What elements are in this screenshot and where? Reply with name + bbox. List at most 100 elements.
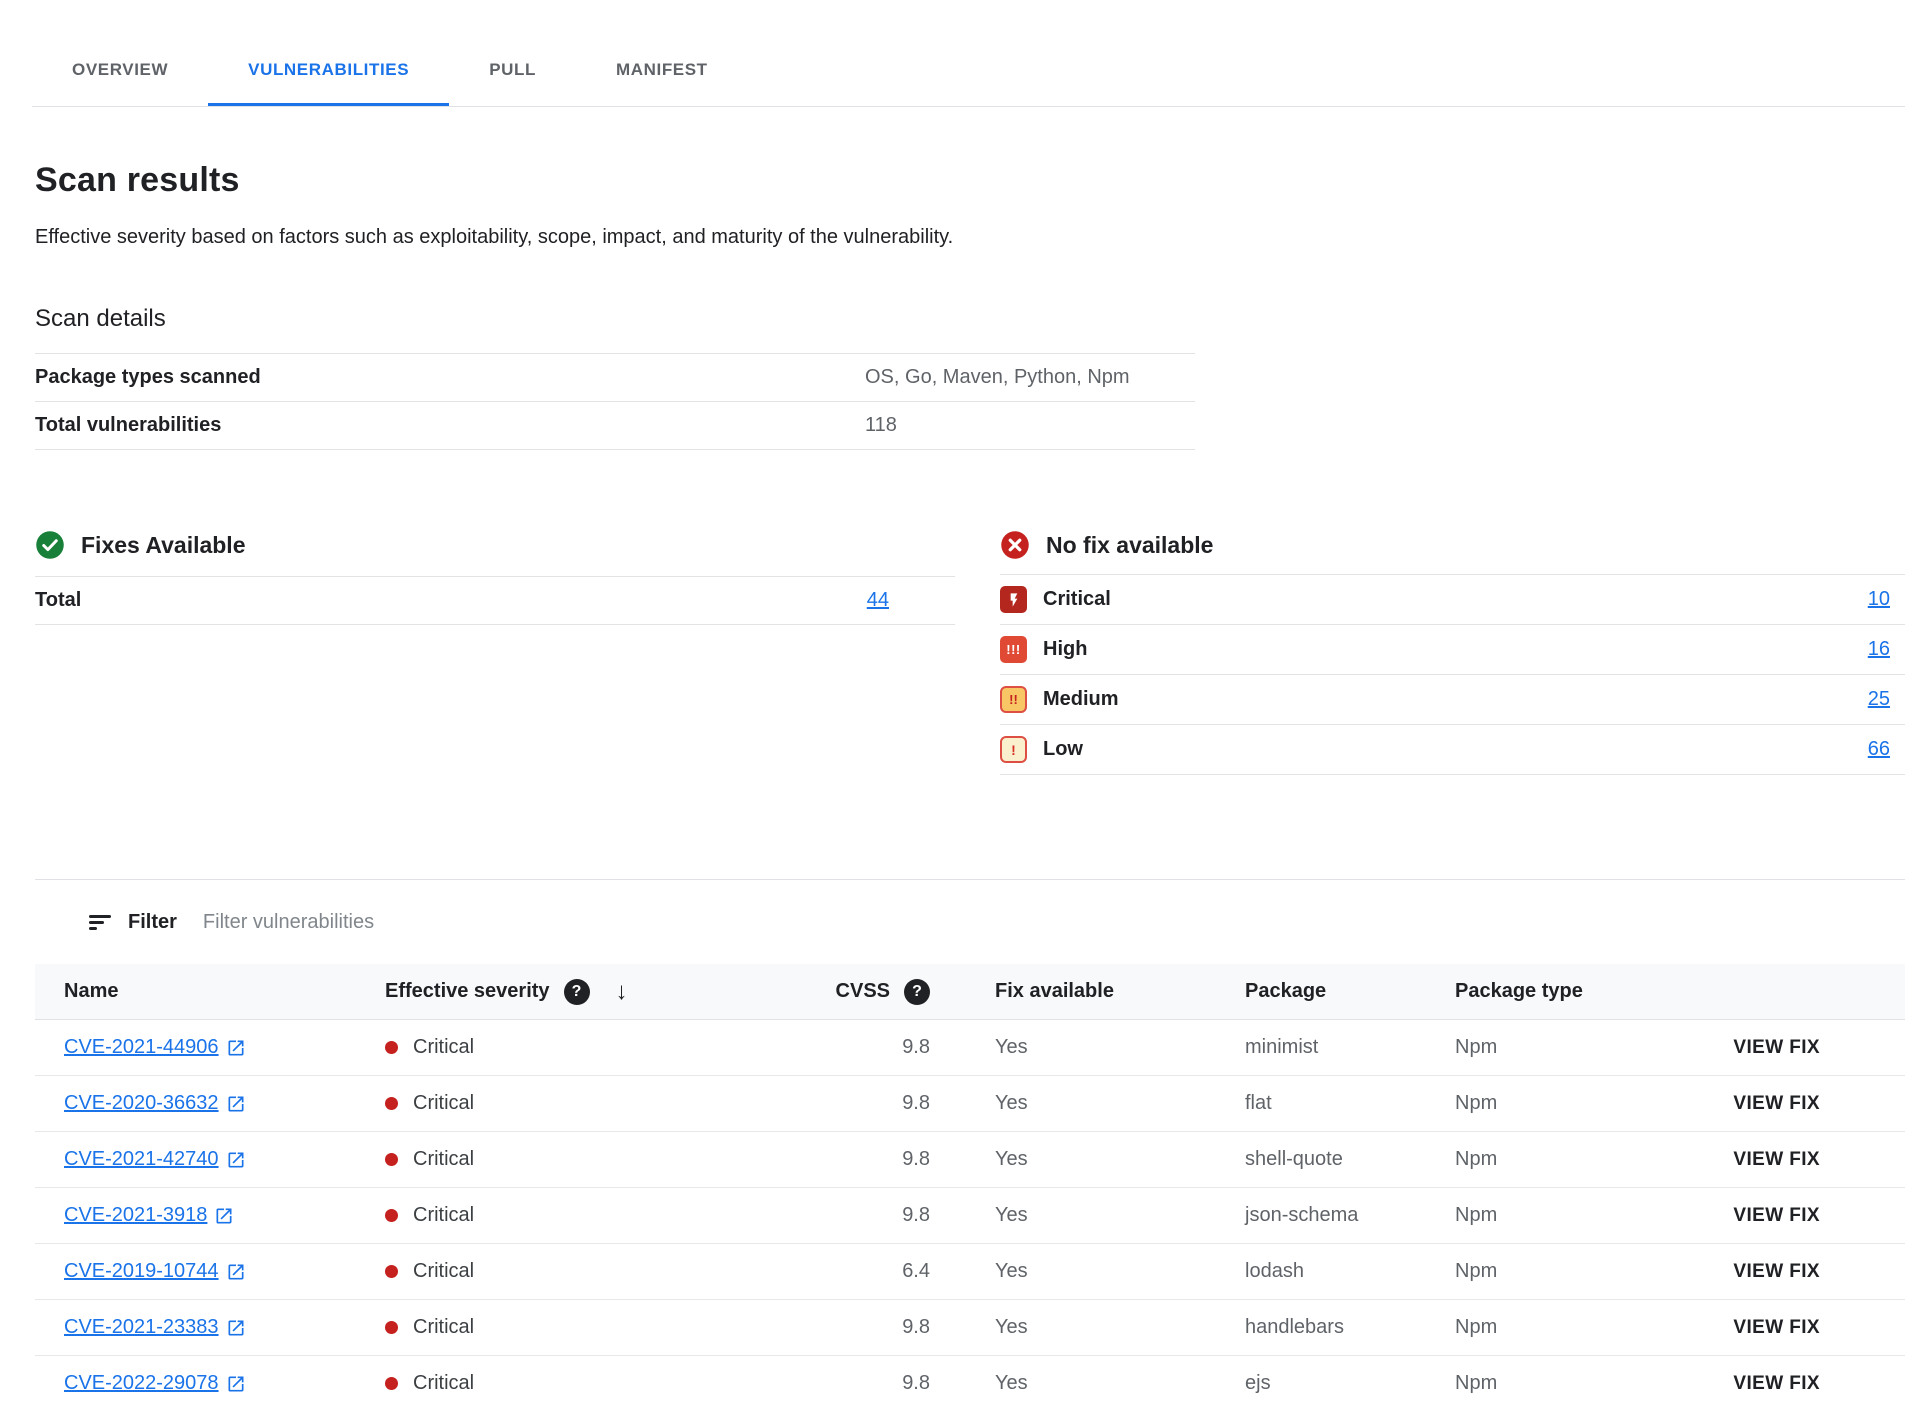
cve-link[interactable]: CVE-2021-3918 bbox=[64, 1204, 234, 1227]
fixes-total-row: Total 44 bbox=[35, 576, 955, 625]
severity-dot-icon bbox=[385, 1041, 398, 1054]
package-value: handlebars bbox=[1210, 1316, 1420, 1339]
view-fix-button[interactable]: VIEW FIX bbox=[1733, 1317, 1820, 1339]
severity-summary: Fixes Available Total 44 No fix availabl… bbox=[35, 530, 1928, 775]
fix-available-value: Yes bbox=[930, 1092, 1210, 1115]
view-fix-button[interactable]: VIEW FIX bbox=[1733, 1261, 1820, 1283]
fixes-total-label: Total bbox=[35, 589, 81, 612]
cvss-value: 9.8 bbox=[735, 1204, 930, 1227]
severity-row: ! Low 66 bbox=[1000, 724, 1905, 775]
table-header-row: Name Effective severity ? ↓ CVSS ? Fix a… bbox=[35, 964, 1905, 1020]
column-header-fix-available: Fix available bbox=[930, 980, 1210, 1003]
column-header-package: Package bbox=[1210, 980, 1420, 1003]
severity-count-link[interactable]: 16 bbox=[1868, 638, 1905, 661]
tab-bar: OVERVIEW VULNERABILITIES PULL MANIFEST bbox=[32, 34, 1905, 107]
severity-count-link[interactable]: 10 bbox=[1868, 588, 1905, 611]
fix-available-value: Yes bbox=[930, 1036, 1210, 1059]
package-value: json-schema bbox=[1210, 1204, 1420, 1227]
fix-available-value: Yes bbox=[930, 1316, 1210, 1339]
column-header-package-type: Package type bbox=[1420, 980, 1635, 1003]
table-row: CVE-2022-29078 Critical 9.8 Yes ejs Npm … bbox=[35, 1356, 1905, 1408]
column-header-name: Name bbox=[35, 980, 385, 1003]
column-header-effective-severity: Effective severity ? ↓ bbox=[385, 978, 735, 1006]
no-fix-title: No fix available bbox=[1046, 532, 1213, 559]
cvss-value: 9.8 bbox=[735, 1148, 930, 1171]
filter-label: Filter bbox=[128, 911, 177, 934]
vulnerability-list-section: Filter Name Effective severity ? ↓ CVSS … bbox=[0, 879, 1928, 1408]
cve-link[interactable]: CVE-2020-36632 bbox=[64, 1092, 246, 1115]
external-link-icon bbox=[226, 1150, 246, 1170]
severity-value: Critical bbox=[413, 1372, 474, 1395]
tab-pull[interactable]: PULL bbox=[449, 34, 576, 106]
severity-label: Medium bbox=[1043, 688, 1119, 711]
view-fix-button[interactable]: VIEW FIX bbox=[1733, 1037, 1820, 1059]
help-icon[interactable]: ? bbox=[904, 979, 930, 1005]
severity-count-link[interactable]: 25 bbox=[1868, 688, 1905, 711]
tab-manifest[interactable]: MANIFEST bbox=[576, 34, 748, 106]
severity-dot-icon bbox=[385, 1153, 398, 1166]
fixes-total-count-link[interactable]: 44 bbox=[867, 589, 889, 612]
sort-desc-icon[interactable]: ↓ bbox=[616, 978, 628, 1006]
table-row: CVE-2021-3918 Critical 9.8 Yes json-sche… bbox=[35, 1188, 1905, 1244]
tab-vulnerabilities[interactable]: VULNERABILITIES bbox=[208, 34, 449, 106]
scan-details-table: Package types scanned OS, Go, Maven, Pyt… bbox=[35, 353, 1195, 450]
table-body: CVE-2021-44906 Critical 9.8 Yes minimist… bbox=[35, 1020, 1905, 1408]
cve-link[interactable]: CVE-2021-23383 bbox=[64, 1316, 246, 1339]
fix-available-value: Yes bbox=[930, 1260, 1210, 1283]
fixes-available-title: Fixes Available bbox=[81, 532, 246, 559]
external-link-icon bbox=[226, 1038, 246, 1058]
no-fix-section: No fix available Critical 10 !!! High 16… bbox=[1000, 530, 1905, 775]
external-link-icon bbox=[226, 1094, 246, 1114]
severity-dot-icon bbox=[385, 1265, 398, 1278]
cve-link[interactable]: CVE-2021-44906 bbox=[64, 1036, 246, 1059]
table-row: CVE-2019-10744 Critical 6.4 Yes lodash N… bbox=[35, 1244, 1905, 1300]
package-value: minimist bbox=[1210, 1036, 1420, 1059]
view-fix-button[interactable]: VIEW FIX bbox=[1733, 1205, 1820, 1227]
severity-label: Low bbox=[1043, 738, 1083, 761]
medium-severity-icon: !! bbox=[1000, 686, 1027, 713]
detail-value: OS, Go, Maven, Python, Npm bbox=[865, 366, 1130, 389]
filter-bar: Filter bbox=[0, 880, 1928, 964]
cvss-value: 9.8 bbox=[735, 1036, 930, 1059]
cvss-value: 9.8 bbox=[735, 1372, 930, 1395]
cvss-value: 6.4 bbox=[735, 1260, 930, 1283]
table-row: CVE-2021-44906 Critical 9.8 Yes minimist… bbox=[35, 1020, 1905, 1076]
cve-link[interactable]: CVE-2019-10744 bbox=[64, 1260, 246, 1283]
cve-link[interactable]: CVE-2021-42740 bbox=[64, 1148, 246, 1171]
filter-icon bbox=[88, 910, 112, 934]
severity-value: Critical bbox=[413, 1092, 474, 1115]
package-value: shell-quote bbox=[1210, 1148, 1420, 1171]
view-fix-button[interactable]: VIEW FIX bbox=[1733, 1149, 1820, 1171]
severity-value: Critical bbox=[413, 1036, 474, 1059]
filter-vulnerabilities-input[interactable] bbox=[203, 911, 903, 934]
view-fix-button[interactable]: VIEW FIX bbox=[1733, 1373, 1820, 1395]
fixes-available-section: Fixes Available Total 44 bbox=[35, 530, 955, 625]
critical-severity-icon bbox=[1000, 586, 1027, 613]
external-link-icon bbox=[226, 1262, 246, 1282]
no-fix-rows: Critical 10 !!! High 16 !! Medium 25 ! L… bbox=[1000, 574, 1905, 775]
external-link-icon bbox=[226, 1374, 246, 1394]
tab-overview[interactable]: OVERVIEW bbox=[32, 34, 208, 106]
severity-label: High bbox=[1043, 638, 1087, 661]
page-title: Scan results bbox=[35, 161, 1928, 200]
help-icon[interactable]: ? bbox=[564, 979, 590, 1005]
detail-label: Package types scanned bbox=[35, 366, 865, 389]
cvss-value: 9.8 bbox=[735, 1316, 930, 1339]
severity-dot-icon bbox=[385, 1321, 398, 1334]
scan-detail-row: Package types scanned OS, Go, Maven, Pyt… bbox=[35, 353, 1195, 401]
package-value: lodash bbox=[1210, 1260, 1420, 1283]
table-row: CVE-2021-42740 Critical 9.8 Yes shell-qu… bbox=[35, 1132, 1905, 1188]
severity-dot-icon bbox=[385, 1209, 398, 1222]
severity-value: Critical bbox=[413, 1204, 474, 1227]
package-value: ejs bbox=[1210, 1372, 1420, 1395]
view-fix-button[interactable]: VIEW FIX bbox=[1733, 1093, 1820, 1115]
page-description: Effective severity based on factors such… bbox=[35, 226, 1928, 249]
cvss-value: 9.8 bbox=[735, 1092, 930, 1115]
package-type-value: Npm bbox=[1420, 1260, 1635, 1283]
severity-row: !!! High 16 bbox=[1000, 624, 1905, 674]
cve-link[interactable]: CVE-2022-29078 bbox=[64, 1372, 246, 1395]
severity-count-link[interactable]: 66 bbox=[1868, 738, 1905, 761]
scan-details-heading: Scan details bbox=[35, 305, 1928, 333]
detail-label: Total vulnerabilities bbox=[35, 414, 865, 437]
package-type-value: Npm bbox=[1420, 1092, 1635, 1115]
